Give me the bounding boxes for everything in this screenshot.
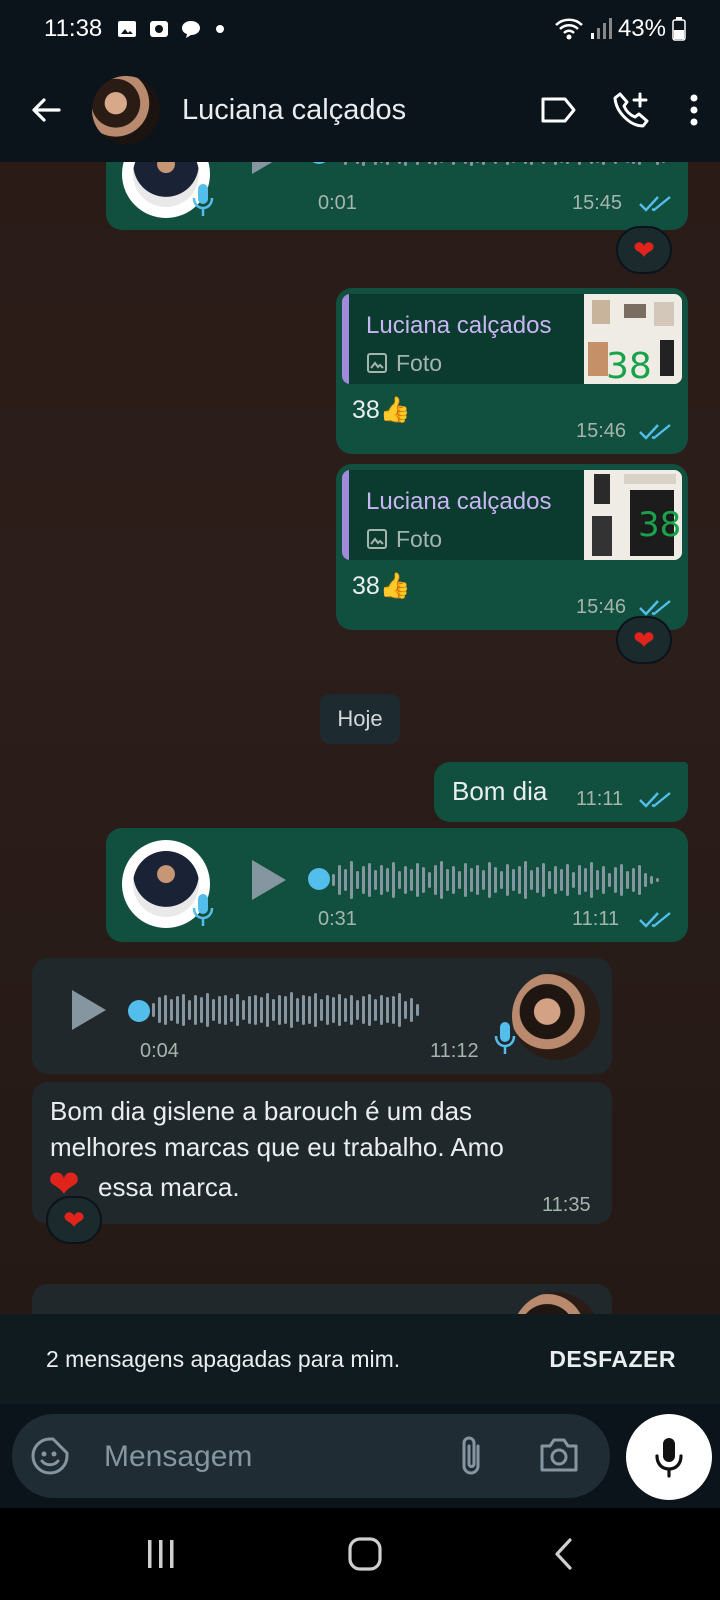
heart-icon: ❤ [633, 234, 655, 265]
reply-message-outgoing[interactable]: Luciana calçados Foto 38 38👍 15:46 [336, 464, 688, 630]
waveform[interactable] [152, 988, 419, 1032]
quoted-thumbnail: 38 [584, 470, 682, 560]
status-time: 11:38 [44, 15, 103, 42]
battery-icon [672, 17, 686, 41]
svg-text:38: 38 [606, 346, 652, 384]
date-separator: Hoje [320, 694, 400, 744]
image-icon [367, 353, 387, 373]
reply-message-outgoing[interactable]: Luciana calçados Foto 38 38👍 15:46 [336, 288, 688, 454]
quoted-type: Foto [396, 350, 443, 376]
play-icon[interactable] [72, 990, 106, 1030]
message-time: 11:11 [576, 788, 624, 810]
message-text: Bom dia [452, 776, 548, 806]
message-time: 11:11 [572, 908, 620, 930]
composer: Mensagem [0, 1404, 720, 1508]
svg-text:38: 38 [638, 505, 681, 545]
status-bar: 11:38 43% [0, 0, 720, 58]
back-button[interactable] [26, 90, 66, 130]
read-ticks-icon [639, 792, 671, 808]
chat-notification-icon [182, 21, 201, 38]
voice-record-button[interactable] [626, 1414, 712, 1500]
play-icon[interactable] [252, 162, 286, 174]
system-navigation-bar [0, 1508, 720, 1600]
sender-avatar [512, 972, 600, 1060]
voice-message-incoming-partial[interactable] [32, 1284, 612, 1314]
message-time: 11:35 [542, 1194, 591, 1216]
undo-button[interactable]: DESFAZER [549, 1346, 676, 1373]
gallery-notification-icon [118, 21, 137, 37]
message-input[interactable]: Mensagem [12, 1414, 610, 1498]
voice-duration: 0:04 [140, 1040, 179, 1062]
text-message-incoming[interactable]: Bom dia gislene a barouch é um das melho… [32, 1082, 612, 1224]
waveform[interactable] [332, 162, 665, 170]
message-time: 11:12 [430, 1040, 479, 1062]
mic-icon [494, 1022, 516, 1054]
more-notifications-dot [216, 25, 225, 33]
quoted-thumbnail: 38 [584, 294, 682, 384]
read-ticks-icon [639, 424, 671, 440]
quoted-type: Foto [396, 526, 443, 552]
message-placeholder: Mensagem [104, 1440, 253, 1473]
camera-icon[interactable] [538, 1436, 580, 1474]
waveform[interactable] [332, 858, 659, 902]
sticker-icon[interactable] [30, 1436, 70, 1476]
camera-notification-icon [150, 21, 169, 37]
attach-icon[interactable] [456, 1434, 486, 1478]
signal-icon [590, 18, 612, 39]
add-call-icon[interactable] [612, 90, 652, 130]
sender-avatar [512, 1292, 600, 1314]
chat-area[interactable]: 0:01 15:45 ❤ Luciana calçados Foto 38 38… [0, 162, 720, 1314]
read-ticks-icon [639, 196, 671, 212]
reaction-badge[interactable]: ❤ [616, 616, 672, 664]
mic-icon [655, 1438, 683, 1478]
read-ticks-icon [639, 912, 671, 928]
recents-icon[interactable] [144, 1538, 178, 1570]
wifi-icon [555, 18, 583, 40]
mic-icon [192, 184, 214, 216]
heart-icon: ❤ [63, 1204, 85, 1235]
voice-message-outgoing[interactable]: 0:01 15:45 [106, 162, 688, 230]
playback-dot[interactable] [128, 1000, 150, 1022]
playback-dot[interactable] [308, 162, 330, 164]
message-time: 15:45 [572, 192, 623, 214]
text-message-outgoing[interactable]: Bom dia 11:11 [434, 762, 688, 822]
quoted-sender: Luciana calçados [366, 488, 552, 515]
message-text: 38👍 [352, 396, 411, 424]
contact-avatar[interactable] [92, 76, 160, 144]
battery-percent: 43% [617, 15, 666, 42]
reaction-badge[interactable]: ❤ [616, 226, 672, 274]
message-time: 15:46 [576, 420, 627, 442]
message-text-line: essa marca. [98, 1172, 240, 1202]
contact-name[interactable]: Luciana calçados [182, 94, 406, 127]
more-vert-icon[interactable] [688, 93, 700, 127]
nav-back-icon[interactable] [552, 1537, 576, 1571]
voice-duration: 0:31 [318, 908, 357, 930]
chat-header: Luciana calçados [0, 58, 720, 162]
home-icon[interactable] [347, 1536, 383, 1572]
voice-message-incoming[interactable]: 0:04 11:12 [32, 958, 612, 1074]
quoted-sender: Luciana calçados [366, 312, 552, 339]
message-time: 15:46 [576, 596, 627, 618]
quoted-message[interactable]: Luciana calçados Foto 38 [342, 294, 682, 384]
label-icon[interactable] [540, 95, 576, 125]
mic-icon [192, 894, 214, 926]
quoted-message[interactable]: Luciana calçados Foto 38 [342, 470, 682, 560]
voice-duration: 0:01 [318, 192, 357, 214]
playback-dot[interactable] [308, 868, 330, 890]
read-ticks-icon [639, 600, 671, 616]
message-text: 38👍 [352, 572, 411, 600]
voice-message-outgoing[interactable]: 0:31 11:11 [106, 828, 688, 942]
back-arrow-icon [32, 98, 61, 122]
heart-icon: ❤ [633, 624, 655, 655]
message-text-line: Bom dia gislene a barouch é um das [50, 1096, 473, 1126]
message-text-line: melhores marcas que eu trabalho. Amo [50, 1132, 504, 1162]
snackbar: 2 mensagens apagadas para mim. DESFAZER [0, 1314, 720, 1404]
play-icon[interactable] [252, 860, 286, 900]
reaction-badge[interactable]: ❤ [46, 1196, 102, 1244]
image-icon [367, 529, 387, 549]
snackbar-message: 2 mensagens apagadas para mim. [46, 1345, 401, 1372]
